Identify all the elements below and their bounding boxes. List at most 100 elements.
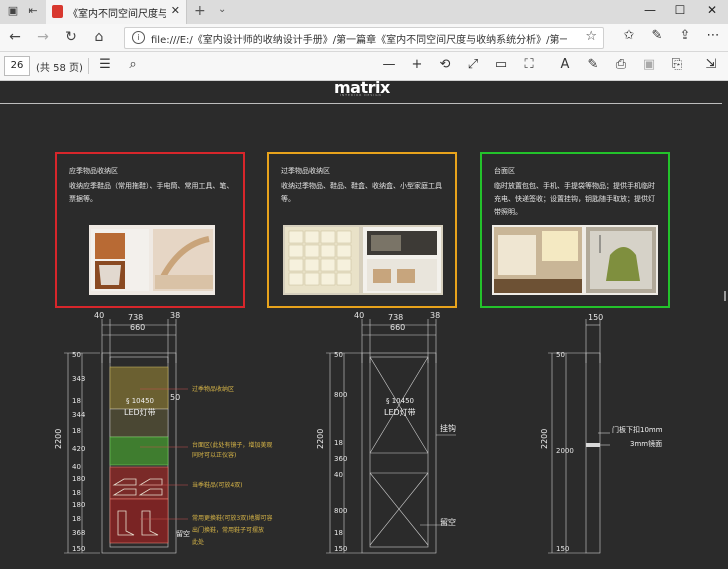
zone-off-season-storage: 过季物品收纳区 收纳过季物品、鞋品、鞋盒、收纳盒、小型家庭工具等。 bbox=[267, 152, 457, 308]
vertical-dimension-list: 50 2000 150 bbox=[556, 351, 574, 555]
dim-width-top: 150 bbox=[588, 313, 604, 322]
dim-value: 18 bbox=[72, 515, 81, 523]
dim-value: 50 bbox=[72, 351, 81, 359]
zone-countertop: 台面区 临时放置包包、手机、手提袋等物品；提供手机临时充电、快递签收；设置挂钩，… bbox=[480, 152, 670, 308]
page-count: (共 58 页) bbox=[36, 63, 83, 74]
more-menu-icon[interactable]: ⋯ bbox=[704, 28, 722, 43]
dim-value: 18 bbox=[334, 439, 343, 447]
dim-side-left: 40 bbox=[94, 311, 105, 320]
pin-toolbar-button[interactable]: ⇲ bbox=[702, 57, 720, 73]
zone-title: 台面区 bbox=[494, 167, 515, 175]
dim-value: 18 bbox=[334, 529, 343, 537]
elevation-drawings: 738 660 40 38 2200 50 343 18 344 18 420 … bbox=[0, 311, 722, 569]
read-aloud-button[interactable]: A bbox=[556, 57, 574, 73]
tab-title: 《室内不同空间尺度与收 bbox=[68, 9, 166, 20]
dim-side-left: 40 bbox=[354, 311, 365, 320]
dim-height-total: 2200 bbox=[316, 428, 325, 449]
model-label: § 10450 bbox=[126, 397, 154, 405]
print-icon[interactable]: ⎙ bbox=[612, 57, 630, 73]
dim-value: 40 bbox=[334, 471, 343, 479]
tab-list-chevron-icon[interactable]: ⌄ bbox=[218, 4, 226, 15]
storage-shelf-photo bbox=[283, 225, 443, 295]
dim-value: 344 bbox=[72, 411, 86, 419]
pen-icon[interactable]: ✎ bbox=[648, 28, 666, 43]
share-icon[interactable]: ⇪ bbox=[676, 28, 694, 43]
refresh-icon[interactable]: ↻ bbox=[62, 29, 80, 45]
back-tabs-icon[interactable]: ⇤ bbox=[26, 4, 40, 18]
dim-value: 18 bbox=[72, 397, 81, 405]
full-screen-icon[interactable]: ⛶ bbox=[520, 57, 538, 73]
navigation-bar: ← → ↻ ⌂ i file:///E:/《室内设计师的收纳设计手册》/第一篇章… bbox=[0, 24, 728, 52]
maximize-button[interactable]: ☐ bbox=[670, 3, 690, 17]
zone-title: 应季物品收纳区 bbox=[69, 167, 118, 175]
address-bar[interactable]: i file:///E:/《室内设计师的收纳设计手册》/第一篇章《室内不同空间尺… bbox=[124, 27, 604, 49]
forward-arrow-icon[interactable]: → bbox=[34, 29, 52, 45]
new-tab-button[interactable]: + bbox=[194, 3, 206, 19]
pdf-file-icon bbox=[52, 5, 63, 18]
favorites-icon[interactable]: ✩ bbox=[620, 28, 638, 43]
note-countertop: 台面区(此处有镜子，增加美观 同时可以正仪容) bbox=[192, 442, 273, 459]
led-strip-label: LED灯带 bbox=[124, 408, 156, 417]
dim-value: 18 bbox=[72, 489, 81, 497]
url-text[interactable]: file:///E:/《室内设计师的收纳设计手册》/第一篇章《室内不同空间尺度与… bbox=[151, 31, 567, 46]
dim-value: 180 bbox=[72, 475, 86, 483]
dim-value: 50 bbox=[556, 351, 565, 359]
info-icon[interactable]: i bbox=[132, 31, 145, 44]
tab-active[interactable]: 《室内不同空间尺度与收 ✕ bbox=[46, 0, 187, 24]
page-view-icon[interactable]: ▭ bbox=[492, 57, 510, 73]
dim-value: 368 bbox=[72, 529, 86, 537]
close-button[interactable]: ✕ bbox=[702, 3, 722, 17]
dim-value: 420 bbox=[72, 445, 86, 453]
countertop-photo bbox=[492, 225, 658, 295]
zone-description: 临时放置包包、手机、手提袋等物品；提供手机临时充电、快递签收；设置挂钩，钥匙随手… bbox=[494, 182, 655, 216]
pdf-toolbar: 26 (共 58 页) ☰ ⌕ — + ⟲ ⤢ ▭ ⛶ A ✎ ⎙ ▣ ⎘ ⇲ bbox=[0, 52, 728, 81]
shoe-cabinet-photo bbox=[89, 225, 215, 295]
minimize-button[interactable]: — bbox=[640, 3, 660, 17]
dim-value: 40 bbox=[72, 463, 81, 471]
dim-value: 18 bbox=[72, 427, 81, 435]
rotate-icon[interactable]: ⟲ bbox=[436, 57, 454, 73]
note-daily-shoes: 常用更换鞋(可放3双)地脚可容 出门换鞋，常用鞋子可摆放 此处 bbox=[192, 515, 273, 546]
dim-value: 343 bbox=[72, 375, 86, 383]
tab-close-icon[interactable]: ✕ bbox=[171, 4, 180, 17]
dim-value: 150 bbox=[556, 545, 570, 553]
dim-value: 50 bbox=[334, 351, 343, 359]
vertical-scrollbar[interactable] bbox=[722, 81, 728, 569]
search-icon[interactable]: ⌕ bbox=[124, 57, 142, 73]
dim-value: 2000 bbox=[556, 447, 574, 455]
title-bar: ▣ ⇤ 《室内不同空间尺度与收 ✕ + ⌄ — ☐ ✕ bbox=[0, 0, 728, 24]
bottom-gap-label: 留空 bbox=[440, 518, 456, 527]
dim-width-inner: 660 bbox=[130, 323, 146, 332]
dim-width-inner: 660 bbox=[390, 323, 406, 332]
toolbar-divider bbox=[88, 58, 89, 74]
led-strip-label: LED灯带 bbox=[384, 408, 416, 417]
brand-logo-subtitle: INTERIOR DESIGN bbox=[340, 93, 382, 97]
dim-side-right: 38 bbox=[170, 311, 181, 320]
zoom-in-button[interactable]: + bbox=[408, 57, 426, 73]
back-arrow-icon[interactable]: ← bbox=[6, 29, 24, 45]
tab-actions-icon[interactable]: ▣ bbox=[6, 4, 20, 18]
mirror-note: 3mm镜面 bbox=[630, 440, 663, 448]
bottom-gap-label: 留空 bbox=[176, 530, 190, 538]
dim-width-total: 738 bbox=[388, 313, 404, 322]
zoom-out-button[interactable]: — bbox=[380, 57, 398, 73]
dim-value: 150 bbox=[72, 545, 86, 553]
scrollbar-thumb[interactable] bbox=[724, 291, 726, 301]
save-icon[interactable]: ▣ bbox=[640, 57, 658, 73]
draw-icon[interactable]: ✎ bbox=[584, 57, 602, 73]
door-offset-note: 门板下扣10mm bbox=[612, 426, 663, 434]
pdf-page: matrix INTERIOR DESIGN 应季物品收纳区 收纳应季鞋品（常用… bbox=[0, 81, 722, 569]
dim-side-right: 38 bbox=[430, 311, 441, 320]
page-number-input[interactable]: 26 bbox=[4, 56, 30, 76]
dim-height-total: 2200 bbox=[54, 428, 63, 449]
vertical-dimension-list: 50 343 18 344 18 420 40 180 18 180 18 36… bbox=[72, 351, 86, 555]
save-as-icon[interactable]: ⎘ bbox=[668, 57, 686, 73]
dim-value: 360 bbox=[334, 455, 348, 463]
table-of-contents-icon[interactable]: ☰ bbox=[96, 57, 114, 73]
note-off-season: 过季物品收纳区 bbox=[192, 386, 235, 393]
dim-value: 150 bbox=[334, 545, 348, 553]
zone-description: 收纳过季物品、鞋品、鞋盒、收纳盒、小型家庭工具等。 bbox=[281, 182, 442, 203]
home-icon[interactable]: ⌂ bbox=[90, 29, 108, 45]
fit-page-icon[interactable]: ⤢ bbox=[464, 57, 482, 73]
favorite-star-icon[interactable]: ☆ bbox=[585, 29, 597, 44]
